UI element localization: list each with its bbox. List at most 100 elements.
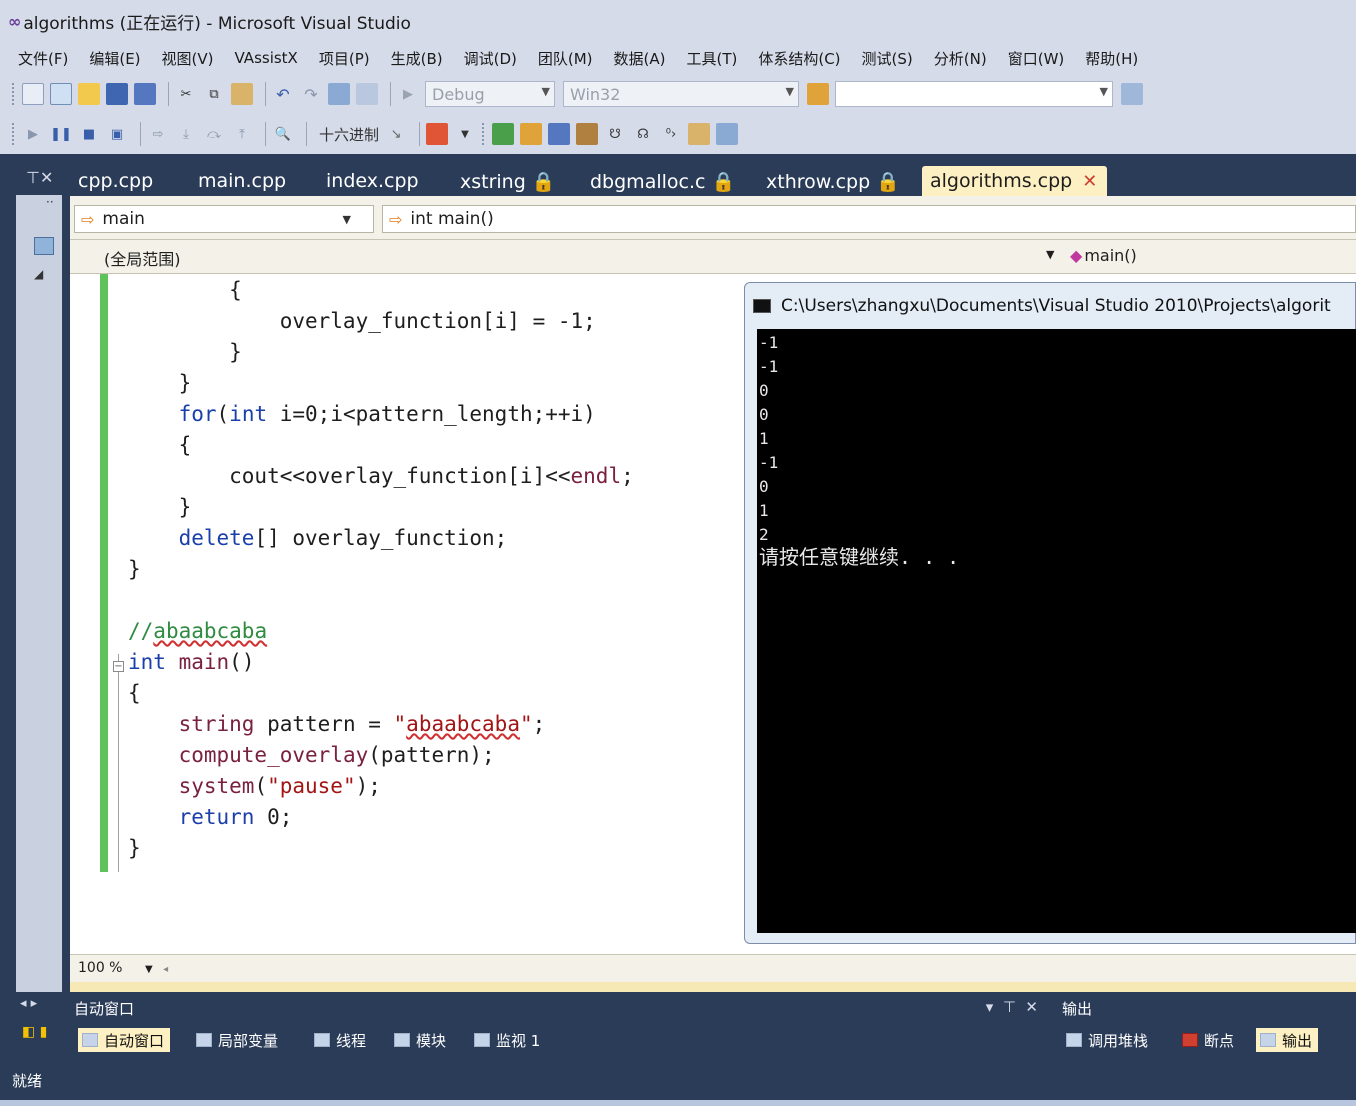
menu-view[interactable]: 视图(V)	[162, 48, 214, 69]
add-item-icon[interactable]	[50, 83, 72, 105]
open-folder-icon[interactable]	[78, 83, 100, 105]
pin-close-icon[interactable]: ⊤✕	[26, 168, 53, 187]
menu-file[interactable]: 文件(F)	[18, 48, 68, 69]
navigate-forward-icon[interactable]	[356, 83, 378, 105]
navigate-icon[interactable]	[328, 83, 350, 105]
show-next-statement-icon[interactable]: ⇨	[147, 123, 169, 145]
toolbar-grip[interactable]	[12, 123, 16, 145]
menu-project[interactable]: 项目(P)	[319, 48, 370, 69]
tab-watch-1[interactable]: 监视 1	[474, 1028, 540, 1052]
tab-modules[interactable]: 模块	[394, 1028, 446, 1052]
step-into-icon[interactable]: ⤓	[175, 123, 197, 145]
comment: //abaabcaba	[128, 619, 268, 643]
find-combo[interactable]: ▼	[835, 81, 1113, 107]
undo-icon[interactable]: ↶	[272, 83, 294, 105]
quickwatch-icon[interactable]: 🔍	[272, 123, 294, 145]
va-find-symbol-icon[interactable]	[548, 123, 571, 145]
close-icon[interactable]: ✕	[1082, 171, 1097, 192]
va-reparse-icon[interactable]	[716, 123, 739, 145]
new-project-icon[interactable]	[22, 83, 44, 105]
tab-xthrow-cpp[interactable]: xthrow.cpp 🔒	[766, 166, 900, 196]
menu-analyze[interactable]: 分析(N)	[934, 48, 987, 69]
tab-cpp-cpp[interactable]: cpp.cpp	[78, 166, 153, 196]
step-over-icon[interactable]: ⤼	[203, 123, 225, 145]
va-open-file-icon[interactable]	[520, 123, 543, 145]
menu-team[interactable]: 团队(M)	[538, 48, 593, 69]
chevron-down-icon[interactable]: ▼	[1046, 248, 1054, 261]
redo-icon[interactable]: ↷	[300, 83, 322, 105]
menu-help[interactable]: 帮助(H)	[1085, 48, 1138, 69]
chevron-down-icon[interactable]: ▼	[145, 964, 153, 975]
function-combo[interactable]: ⇨ main ▼	[74, 205, 374, 233]
toolbar-grip[interactable]	[12, 83, 16, 105]
va-hash-icon[interactable]: ⁰›	[660, 123, 682, 145]
va-outline-icon[interactable]	[492, 123, 515, 145]
solution-platform-select[interactable]: Win32 ▼	[563, 81, 799, 107]
console-title-bar[interactable]: C:\Users\zhangxu\Documents\Visual Studio…	[753, 289, 1331, 323]
collapse-toggle[interactable]: −	[113, 661, 124, 672]
toolbar-grip[interactable]	[482, 123, 486, 145]
tab-call-stack[interactable]: 调用堆栈	[1066, 1028, 1148, 1052]
tab-dbgmalloc-c[interactable]: dbgmalloc.c 🔒	[590, 166, 735, 196]
window-controls[interactable]: ▾ ⊤ ✕	[986, 998, 1038, 1016]
menu-architecture[interactable]: 体系结构(C)	[758, 48, 840, 69]
output-title: 输出	[1062, 1000, 1093, 1018]
break-all-icon[interactable]: ❚❚	[50, 123, 72, 145]
restart-icon[interactable]: ▣	[106, 123, 128, 145]
va-references-icon[interactable]	[576, 123, 599, 145]
scroll-arrows-icon[interactable]: ◂ ▸	[20, 996, 37, 1011]
breakpoint-arrow-icon[interactable]: ↘	[385, 123, 407, 145]
save-icon[interactable]	[106, 83, 128, 105]
paste-icon[interactable]	[231, 83, 253, 105]
tab-threads[interactable]: 线程	[314, 1028, 366, 1052]
menu-tools[interactable]: 工具(T)	[686, 48, 737, 69]
spell-check-icon[interactable]	[688, 123, 711, 145]
output-window-icon[interactable]	[426, 123, 449, 145]
member-select[interactable]: ◆ main()	[1070, 246, 1137, 265]
va-goto-icon[interactable]: ☋	[604, 123, 626, 145]
definition-combo[interactable]: ⇨ int main()	[382, 205, 1356, 233]
console-output[interactable]: -1 -1 0 0 1 -1 0 1 2 请按任意键继续. . .	[757, 329, 1356, 933]
va-context-icon[interactable]: ☊	[632, 123, 654, 145]
cut-icon[interactable]: ✂	[175, 83, 197, 105]
tab-locals[interactable]: 局部变量	[196, 1028, 278, 1052]
menu-test[interactable]: 测试(S)	[862, 48, 913, 69]
menu-vassistx[interactable]: VAssistX	[235, 49, 298, 67]
tab-label: 监视 1	[496, 1031, 541, 1050]
menu-debug[interactable]: 调试(D)	[464, 48, 517, 69]
code-line: }	[128, 836, 141, 860]
step-out-icon[interactable]: ⤒	[231, 123, 253, 145]
tab-breakpoints[interactable]: 断点	[1182, 1028, 1234, 1052]
menu-build[interactable]: 生成(B)	[391, 48, 443, 69]
toolbox-tab-icon[interactable]: ◢	[34, 267, 43, 281]
tab-index-cpp[interactable]: index.cpp	[326, 166, 419, 196]
zoom-level[interactable]: 100 %	[78, 960, 122, 976]
stop-debugging-icon[interactable]: ■	[78, 123, 100, 145]
console-line: 0	[759, 381, 769, 400]
identifier: string	[178, 712, 255, 736]
tab-xstring[interactable]: xstring 🔒	[460, 166, 555, 196]
toolbox-tab-icon[interactable]	[34, 237, 54, 255]
find-in-files-icon[interactable]	[807, 83, 829, 105]
tab-output[interactable]: 输出	[1256, 1028, 1319, 1052]
start-debugging-icon[interactable]: ▶	[397, 83, 419, 105]
method-icon: ◆	[1070, 246, 1083, 265]
solution-explorer-icon[interactable]	[1121, 83, 1143, 105]
menu-data[interactable]: 数据(A)	[614, 48, 666, 69]
save-all-icon[interactable]	[134, 83, 156, 105]
chevron-down-icon: ▼	[1099, 85, 1108, 98]
function-combo-value: main	[102, 209, 145, 229]
menu-edit[interactable]: 编辑(E)	[89, 48, 140, 69]
console-window[interactable]: C:\Users\zhangxu\Documents\Visual Studio…	[744, 282, 1356, 944]
hexadecimal-toggle[interactable]: 十六进制	[319, 124, 379, 145]
tab-main-cpp[interactable]: main.cpp	[198, 166, 286, 196]
continue-icon[interactable]: ▶	[22, 123, 44, 145]
tab-autos[interactable]: 自动窗口	[78, 1028, 171, 1052]
tab-algorithms-cpp[interactable]: algorithms.cpp ✕	[922, 166, 1108, 196]
chevron-down-icon[interactable]: ▼	[454, 123, 476, 145]
solution-configuration-select[interactable]: Debug ▼	[425, 81, 555, 107]
scroll-left-icon[interactable]: ◂	[163, 964, 168, 975]
copy-icon[interactable]: ⧉	[203, 83, 225, 105]
menu-window[interactable]: 窗口(W)	[1008, 48, 1065, 69]
scope-select[interactable]: (全局范围)	[104, 246, 181, 270]
